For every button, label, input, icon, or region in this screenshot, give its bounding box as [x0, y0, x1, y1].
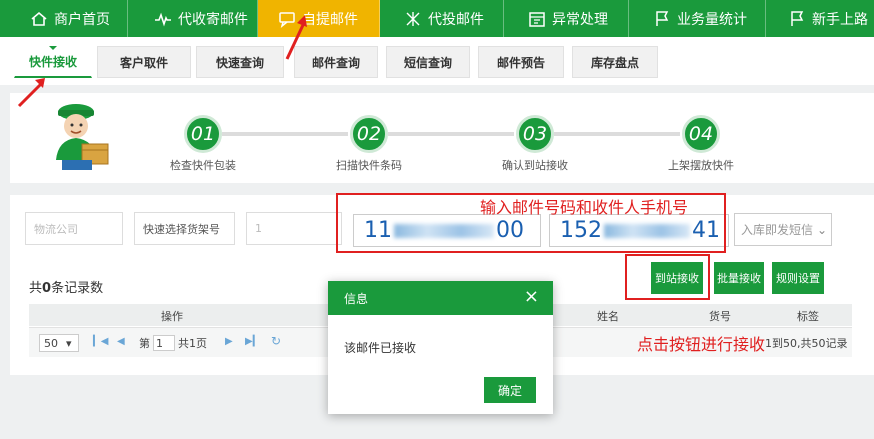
tab-sms-query[interactable]: 短信查询	[386, 46, 470, 78]
arrow-annotation-icon	[285, 15, 307, 60]
input-hint-annotation: 输入邮件号码和收件人手机号	[480, 198, 689, 217]
nav-exception-label: 异常处理	[552, 11, 608, 28]
step-4-label: 上架摆放快件	[668, 159, 734, 172]
tab-customer-pickup[interactable]: 客户取件	[97, 46, 191, 78]
close-icon[interactable]: ×	[524, 288, 539, 306]
record-count: 共0条记录数	[29, 277, 103, 296]
calendar-icon	[528, 10, 546, 28]
chevron-down-icon: ⌄	[817, 222, 828, 237]
col-tag: 标签	[797, 310, 819, 323]
nav-beginner-label: 新手上路	[812, 11, 868, 28]
nav-delivery-label: 代投邮件	[428, 11, 484, 28]
refresh-icon[interactable]: ↻	[271, 334, 281, 348]
nav-collect-send[interactable]: 代收寄邮件	[128, 0, 258, 37]
page-size-select[interactable]: 50 ▾	[39, 334, 79, 352]
batch-receive-button[interactable]: 批量接收	[714, 262, 764, 294]
nav-self-pickup[interactable]: 自提邮件	[258, 0, 380, 37]
step-1-label: 检查快件包装	[170, 159, 236, 172]
flag-icon	[788, 10, 806, 28]
page-indicator: 第 1 共1页	[139, 335, 207, 351]
page-number-input[interactable]: 1	[153, 335, 175, 351]
nav-beginner[interactable]: 新手上路	[766, 0, 874, 37]
nav-stats[interactable]: 业务量统计	[629, 0, 766, 37]
dialog-title: 信息	[344, 291, 369, 306]
step-connector	[554, 132, 680, 136]
nav-stats-label: 业务量统计	[677, 11, 747, 28]
last-page-icon[interactable]: ▶▎	[245, 336, 260, 347]
tab-mail-notice-label: 邮件预告	[496, 55, 545, 70]
record-count-number: 0	[42, 281, 52, 296]
tab-receive-label: 快件接收	[28, 55, 77, 69]
record-count-prefix: 共	[29, 281, 43, 296]
step-2-number: 02	[356, 123, 382, 145]
page-total: 共1页	[178, 337, 207, 350]
confirm-button[interactable]: 确定	[484, 377, 536, 403]
col-goods-number: 货号	[709, 310, 731, 323]
step-1-number: 01	[190, 123, 216, 145]
logistics-company-field[interactable]: 物流公司	[25, 212, 123, 245]
info-dialog: 信息 × 该邮件已接收 确定	[328, 281, 553, 414]
rule-settings-button[interactable]: 规则设置	[772, 262, 824, 294]
page-prefix: 第	[139, 337, 150, 350]
flag-icon	[653, 10, 671, 28]
dialog-header: 信息 ×	[328, 281, 553, 315]
step-connector	[222, 132, 348, 136]
sms-option-select[interactable]: 入库即发短信 ⌄	[734, 213, 832, 246]
step-3-number: 03	[522, 123, 548, 145]
nav-home-label: 商户首页	[54, 11, 110, 28]
button-hint-annotation: 点击按钮进行接收	[637, 335, 766, 354]
tab-quick-query-label: 快速查询	[215, 55, 264, 70]
active-indicator-icon	[49, 46, 57, 50]
record-count-suffix: 条记录数	[51, 281, 104, 296]
step-3-label: 确认到站接收	[502, 159, 568, 172]
step-3-badge: 03	[516, 115, 554, 153]
step-4-badge: 04	[682, 115, 720, 153]
quick-shelf-select-button[interactable]: 快速选择货架号	[134, 212, 235, 245]
tab-sms-query-label: 短信查询	[403, 55, 452, 70]
page-size-value: 50	[44, 336, 58, 350]
tab-customer-pickup-label: 客户取件	[119, 55, 168, 70]
pager-summary: 1到50,共50记录	[765, 337, 848, 350]
shelf-number-field[interactable]: 1	[246, 212, 342, 245]
step-4-number: 04	[688, 123, 714, 145]
col-name: 姓名	[597, 310, 619, 323]
nav-home[interactable]: 商户首页	[0, 0, 128, 37]
sms-option-value: 入库即发短信	[741, 223, 814, 237]
step-1-badge: 01	[184, 115, 222, 153]
tab-inventory-label: 库存盘点	[590, 55, 639, 70]
home-icon	[30, 10, 48, 28]
arrow-annotation-icon	[17, 78, 45, 108]
tab-mail-query-label: 邮件查询	[311, 55, 360, 70]
step-2-badge: 02	[350, 115, 388, 153]
prev-page-icon[interactable]: ◀	[117, 336, 125, 347]
chevron-down-icon: ▾	[66, 336, 72, 350]
top-nav: 商户首页 代收寄邮件 自提邮件 代投邮件 异常处理 业务量统计 新手上路	[0, 0, 874, 37]
nav-delivery[interactable]: 代投邮件	[380, 0, 504, 37]
step-2-label: 扫描快件条码	[336, 159, 402, 172]
tab-quick-query[interactable]: 快速查询	[196, 46, 284, 78]
tab-mail-notice[interactable]: 邮件预告	[478, 46, 564, 78]
step-connector	[388, 132, 514, 136]
sub-tab-bar: 快件接收 客户取件 快速查询 邮件查询 短信查询 邮件预告 库存盘点	[0, 37, 874, 85]
process-steps: 01 02 03 04 检查快件包装 扫描快件条码 确认到站接收 上架摆放快件	[10, 93, 874, 183]
dialog-message: 该邮件已接收	[344, 341, 417, 355]
nav-exception[interactable]: 异常处理	[504, 0, 629, 37]
tab-inventory[interactable]: 库存盘点	[572, 46, 658, 78]
cross-icon	[404, 10, 422, 28]
next-page-icon[interactable]: ▶	[225, 336, 233, 347]
first-page-icon[interactable]: ▎◀	[93, 336, 108, 347]
col-action: 操作	[161, 310, 183, 323]
receive-button-highlight-box	[625, 254, 710, 300]
nav-collect-send-label: 代收寄邮件	[178, 11, 248, 28]
pulse-icon	[154, 10, 172, 28]
